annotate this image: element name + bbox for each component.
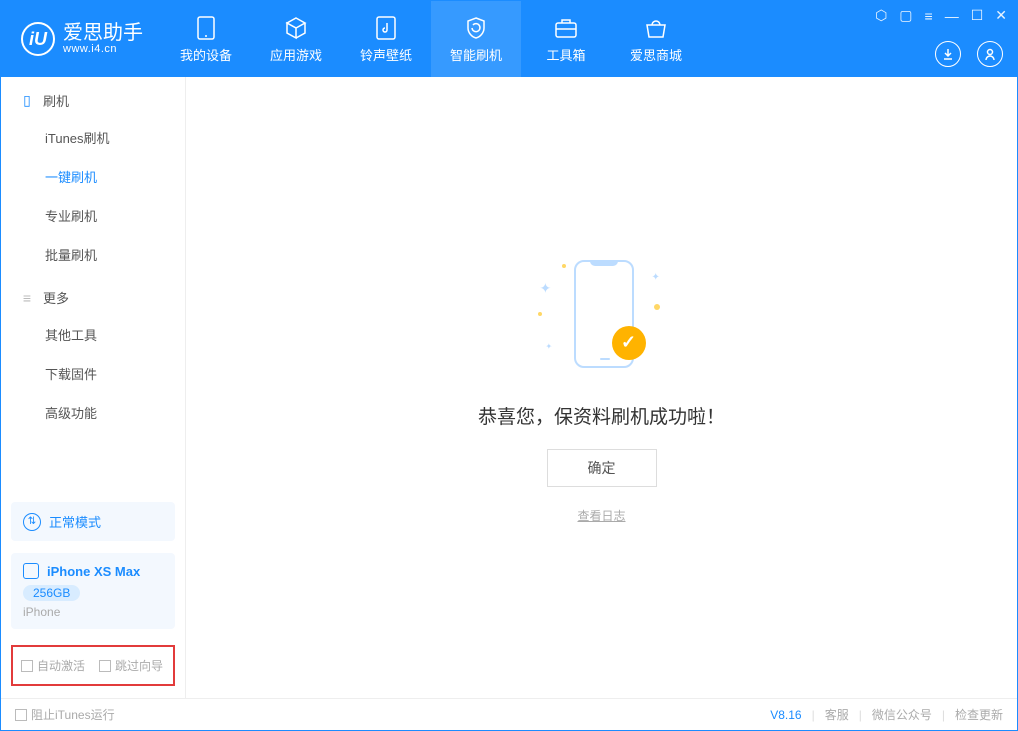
checkbox-block-itunes[interactable]: 阻止iTunes运行 bbox=[15, 706, 115, 723]
device-capacity-badge: 256GB bbox=[23, 585, 80, 601]
checkbox-icon bbox=[99, 660, 111, 672]
user-button[interactable] bbox=[977, 41, 1003, 67]
version-label: V8.16 bbox=[770, 708, 801, 722]
sparkle-icon: ✦ bbox=[546, 342, 553, 351]
dot-icon bbox=[538, 312, 542, 316]
group-title: 刷机 bbox=[43, 91, 69, 110]
user-icon bbox=[983, 47, 997, 61]
sparkle-icon: ✦ bbox=[540, 280, 552, 297]
close-button[interactable]: ✕ bbox=[995, 7, 1007, 24]
nav-toolbox[interactable]: 工具箱 bbox=[521, 1, 611, 77]
sparkle-icon: ✦ bbox=[652, 272, 660, 283]
footer-link-update[interactable]: 检查更新 bbox=[955, 706, 1003, 723]
phone-icon bbox=[193, 15, 219, 41]
nav-my-device[interactable]: 我的设备 bbox=[161, 1, 251, 77]
app-url: www.i4.cn bbox=[63, 43, 143, 55]
success-illustration: ✦ ✦ ✦ ✓ bbox=[532, 252, 672, 382]
device-icon: ▯ bbox=[19, 92, 35, 109]
device-card[interactable]: iPhone XS Max 256GB iPhone bbox=[11, 553, 175, 629]
main-content: ✦ ✦ ✦ ✓ 恭喜您，保资料刷机成功啦！ 确定 查看日志 bbox=[186, 77, 1017, 698]
app-name: 爱思助手 bbox=[63, 23, 143, 43]
toolbox-icon bbox=[553, 15, 579, 41]
highlighted-checkbox-row: 自动激活 跳过向导 bbox=[11, 645, 175, 686]
ok-button[interactable]: 确定 bbox=[547, 449, 657, 487]
dot-icon bbox=[562, 264, 566, 268]
cube-icon bbox=[283, 15, 309, 41]
sidebar-item-other-tools[interactable]: 其他工具 bbox=[1, 315, 185, 354]
checkbox-icon bbox=[15, 709, 27, 721]
footer-link-support[interactable]: 客服 bbox=[825, 706, 849, 723]
top-nav: 我的设备 应用游戏 铃声壁纸 智能刷机 工具箱 bbox=[161, 1, 701, 77]
group-title: 更多 bbox=[43, 288, 69, 307]
logo-icon: iU bbox=[21, 22, 55, 56]
checkbox-label: 阻止iTunes运行 bbox=[31, 706, 115, 723]
nav-label: 爱思商城 bbox=[630, 45, 682, 64]
feedback-icon[interactable]: ▢ bbox=[899, 7, 912, 24]
maximize-button[interactable]: ☐ bbox=[971, 7, 984, 24]
nav-label: 应用游戏 bbox=[270, 45, 322, 64]
sidebar-item-itunes-flash[interactable]: iTunes刷机 bbox=[1, 118, 185, 157]
download-button[interactable] bbox=[935, 41, 961, 67]
sidebar-item-batch-flash[interactable]: 批量刷机 bbox=[1, 235, 185, 274]
shirt-icon[interactable]: ⬡ bbox=[875, 7, 887, 24]
header-right-actions bbox=[935, 41, 1003, 67]
sidebar-group-more: ≡ 更多 bbox=[1, 274, 185, 315]
notch-icon bbox=[590, 260, 618, 266]
checkbox-label: 跳过向导 bbox=[115, 657, 163, 674]
checkbox-icon bbox=[21, 660, 33, 672]
logo[interactable]: iU 爱思助手 www.i4.cn bbox=[1, 1, 161, 77]
refresh-shield-icon bbox=[463, 15, 489, 41]
view-log-link[interactable]: 查看日志 bbox=[577, 507, 625, 524]
logo-text: 爱思助手 www.i4.cn bbox=[63, 23, 143, 55]
nav-store[interactable]: 爱思商城 bbox=[611, 1, 701, 77]
download-icon bbox=[941, 47, 955, 61]
footer: 阻止iTunes运行 V8.16 | 客服 | 微信公众号 | 检查更新 bbox=[1, 698, 1017, 730]
checkbox-label: 自动激活 bbox=[37, 657, 85, 674]
sidebar-item-download-fw[interactable]: 下载固件 bbox=[1, 354, 185, 393]
sidebar-item-advanced[interactable]: 高级功能 bbox=[1, 393, 185, 432]
device-name: iPhone XS Max bbox=[47, 564, 140, 579]
nav-label: 智能刷机 bbox=[450, 45, 502, 64]
nav-label: 工具箱 bbox=[546, 45, 585, 64]
checkbox-auto-activate[interactable]: 自动激活 bbox=[21, 657, 85, 674]
footer-link-wechat[interactable]: 微信公众号 bbox=[872, 706, 932, 723]
nav-label: 铃声壁纸 bbox=[360, 45, 412, 64]
device-type: iPhone bbox=[23, 605, 163, 619]
store-icon bbox=[643, 15, 669, 41]
nav-flash[interactable]: 智能刷机 bbox=[431, 1, 521, 77]
sidebar-item-one-click-flash[interactable]: 一键刷机 bbox=[1, 157, 185, 196]
mode-label: 正常模式 bbox=[49, 512, 101, 531]
list-icon: ≡ bbox=[19, 290, 35, 306]
nav-ringtones[interactable]: 铃声壁纸 bbox=[341, 1, 431, 77]
menu-icon[interactable]: ≡ bbox=[925, 8, 933, 24]
dot-icon bbox=[654, 304, 660, 310]
header: iU 爱思助手 www.i4.cn 我的设备 应用游戏 铃声壁纸 bbox=[1, 1, 1017, 77]
minimize-button[interactable]: — bbox=[945, 8, 959, 24]
checkmark-badge-icon: ✓ bbox=[612, 326, 646, 360]
music-file-icon bbox=[373, 15, 399, 41]
window-controls: ⬡ ▢ ≡ — ☐ ✕ bbox=[875, 7, 1007, 24]
phone-small-icon bbox=[23, 563, 39, 579]
checkbox-skip-guide[interactable]: 跳过向导 bbox=[99, 657, 163, 674]
sidebar-item-pro-flash[interactable]: 专业刷机 bbox=[1, 196, 185, 235]
success-message: 恭喜您，保资料刷机成功啦！ bbox=[478, 402, 725, 429]
nav-apps[interactable]: 应用游戏 bbox=[251, 1, 341, 77]
nav-label: 我的设备 bbox=[180, 45, 232, 64]
mode-card[interactable]: 正常模式 bbox=[11, 502, 175, 541]
sidebar: ▯ 刷机 iTunes刷机 一键刷机 专业刷机 批量刷机 ≡ 更多 其他工具 下… bbox=[1, 77, 186, 698]
sidebar-group-flash: ▯ 刷机 bbox=[1, 77, 185, 118]
sync-icon bbox=[23, 513, 41, 531]
